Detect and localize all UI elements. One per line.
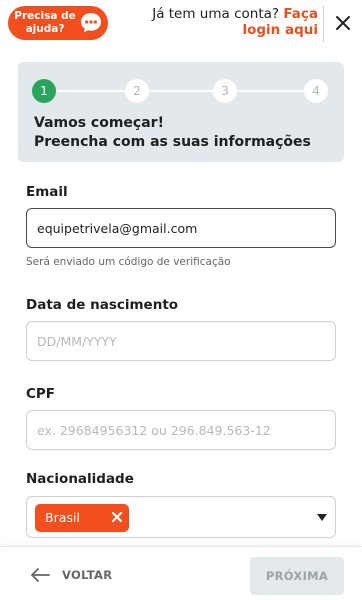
login-prompt: Já tem uma conta? Faça login aqui [118, 6, 318, 38]
steps-connector [54, 90, 304, 92]
cpf-label: CPF [26, 386, 56, 402]
progress-steps-panel: 1 2 3 4 Vamos começar! Preencha com as s… [18, 62, 344, 162]
step-1: 1 [32, 79, 56, 103]
steps-heading: Vamos começar! Preencha com as suas info… [34, 114, 311, 152]
steps-title-line1: Vamos começar! [34, 115, 164, 131]
steps-title-line2: Preencha com as suas informações [34, 134, 311, 150]
email-label: Email [26, 184, 68, 200]
arrow-left-icon [31, 568, 50, 582]
close-icon[interactable] [330, 10, 356, 36]
birthdate-field[interactable] [26, 321, 336, 361]
login-link-continued[interactable]: login aqui [118, 22, 318, 38]
cpf-field[interactable] [26, 410, 336, 450]
birthdate-label: Data de nascimento [26, 297, 179, 313]
login-link[interactable]: Faça [283, 6, 318, 22]
top-bar: Precisa de ajuda? Já tem uma conta? Faça… [0, 0, 362, 48]
email-field[interactable] [26, 208, 336, 248]
email-hint: Será enviado um código de verificação [26, 256, 231, 268]
step-4: 4 [304, 79, 328, 103]
login-question: Já tem uma conta? [152, 6, 280, 22]
remove-chip-icon[interactable] [111, 511, 123, 523]
nationality-chip-label: Brasil [45, 510, 80, 525]
back-button-label: VOLTAR [62, 568, 113, 582]
nationality-select[interactable]: Brasil [26, 496, 336, 538]
back-button[interactable]: VOLTAR [30, 565, 120, 587]
step-3: 3 [213, 79, 237, 103]
nationality-label: Nacionalidade [26, 471, 134, 487]
help-button[interactable]: Precisa de ajuda? [8, 6, 108, 40]
chevron-down-icon[interactable] [317, 514, 327, 521]
help-button-label: Precisa de ajuda? [14, 10, 76, 35]
next-button[interactable]: PRÓXIMA [250, 557, 344, 595]
chat-bubble-icon [81, 13, 101, 33]
divider [323, 6, 324, 42]
nationality-chip: Brasil [35, 504, 129, 532]
step-2: 2 [125, 79, 149, 103]
footer-nav: VOLTAR PRÓXIMA [0, 546, 362, 600]
